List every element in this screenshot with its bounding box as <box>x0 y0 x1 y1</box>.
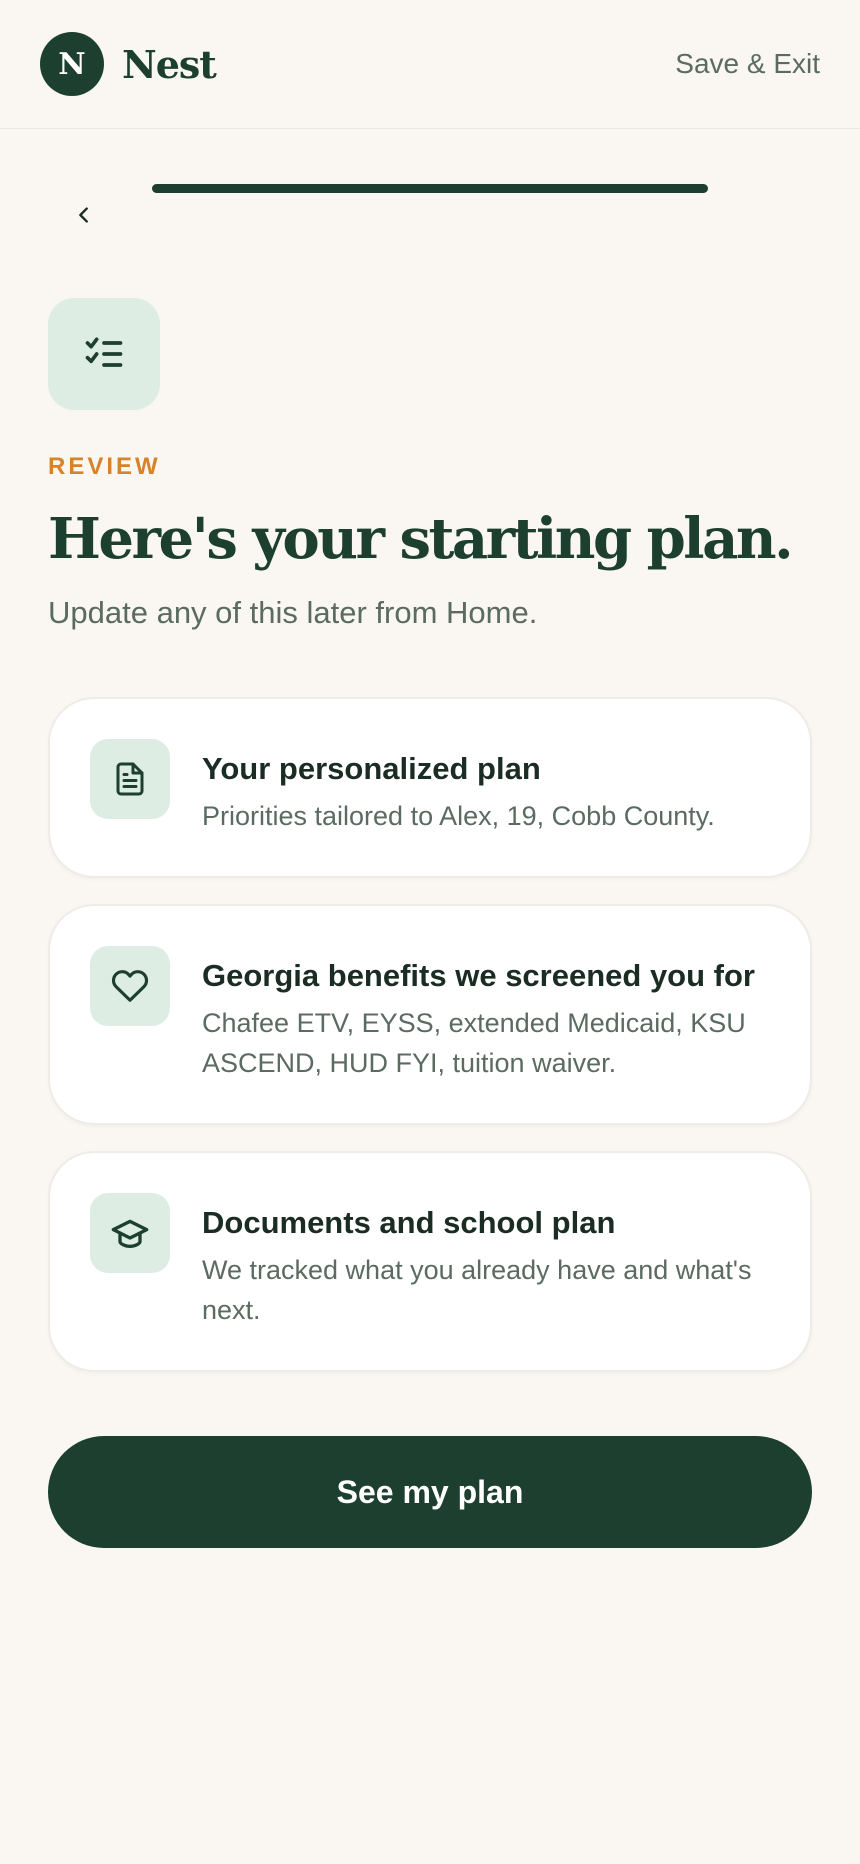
card-title: Your personalized plan <box>202 751 541 787</box>
save-exit-link[interactable]: Save & Exit <box>675 48 820 80</box>
graduation-cap-icon <box>110 1213 150 1253</box>
back-button[interactable] <box>62 193 106 237</box>
summary-card-personalized-plan: Your personalized plan Priorities tailor… <box>48 697 812 879</box>
logo-mark: N <box>40 32 104 96</box>
brand[interactable]: N Nest <box>40 32 217 96</box>
document-icon <box>112 761 148 797</box>
chevron-left-icon <box>73 204 95 226</box>
card-title: Documents and school plan <box>202 1205 616 1241</box>
card-description: Priorities tailored to Alex, 19, Cobb Co… <box>202 801 715 832</box>
page-title: Here's your starting plan. <box>48 506 794 572</box>
checklist-badge <box>48 298 160 410</box>
summary-card-documents: Documents and school plan We tracked wha… <box>48 1151 812 1373</box>
top-bar: N Nest Save & Exit <box>0 0 860 129</box>
summary-card-benefits: Georgia benefits we screened you for Cha… <box>48 904 812 1126</box>
heart-icon <box>111 967 149 1005</box>
page-subtitle: Update any of this later from Home. <box>48 595 538 631</box>
checklist-icon <box>82 332 126 376</box>
see-my-plan-button[interactable]: See my plan <box>48 1436 812 1549</box>
card-icon-badge <box>90 1193 170 1274</box>
plan-summary-list: Your personalized plan Priorities tailor… <box>48 697 812 1373</box>
brand-name: Nest <box>122 41 217 87</box>
main-content: REVIEW Here's your starting plan. Update… <box>0 298 860 1549</box>
card-icon-badge <box>90 739 170 820</box>
card-description: Chafee ETV, EYSS, extended Medicaid, KSU… <box>202 1008 746 1079</box>
card-icon-badge <box>90 946 170 1027</box>
card-title: Georgia benefits we screened you for <box>202 958 755 994</box>
card-description: We tracked what you already have and wha… <box>202 1255 752 1326</box>
step-eyebrow: REVIEW <box>48 453 161 480</box>
progress-fill <box>152 184 708 193</box>
progress-bar <box>152 184 708 193</box>
